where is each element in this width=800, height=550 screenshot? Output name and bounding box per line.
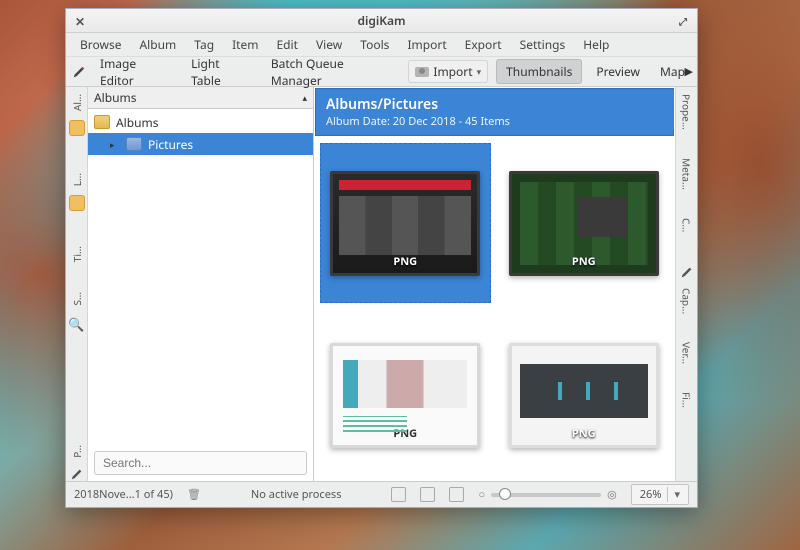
album-subtitle: Album Date: 20 Dec 2018 - 45 Items xyxy=(326,114,663,129)
thumbnail-item[interactable]: PNG xyxy=(499,315,670,475)
image-editor-button[interactable]: Image Editor xyxy=(94,51,177,93)
format-badge: PNG xyxy=(393,426,417,441)
chevron-down-icon: ▾ xyxy=(667,487,680,502)
pencil-icon xyxy=(680,265,694,279)
folder-icon[interactable] xyxy=(69,120,85,136)
close-icon[interactable]: ✕ xyxy=(72,13,88,29)
toolbar: Image Editor Light Table Batch Queue Man… xyxy=(66,57,697,87)
album-tree[interactable]: Albums ▸ Pictures xyxy=(88,109,313,445)
toolbar-overflow-icon[interactable]: ▶ xyxy=(685,64,693,79)
chevron-up-icon: ▴ xyxy=(302,91,307,104)
thumbnail-item[interactable]: PNG xyxy=(320,143,491,303)
thumbnail-item[interactable]: PNG xyxy=(499,143,670,303)
tree-row-root[interactable]: Albums xyxy=(88,111,313,133)
statusbar: 2018Nove...1 of 45) 🗑 No active process … xyxy=(66,481,697,507)
status-icon[interactable] xyxy=(391,487,406,502)
left-tab-timeline[interactable]: Ti... xyxy=(68,243,86,265)
zoom-value[interactable]: 26% ▾ xyxy=(631,484,689,505)
folder-icon xyxy=(94,115,110,129)
slider-knob[interactable] xyxy=(499,488,511,500)
format-badge: PNG xyxy=(572,254,596,269)
tree-row-label: Albums xyxy=(116,114,159,131)
pencil-icon xyxy=(70,467,84,481)
app-window: ✕ digiKam ⤢ Browse Album Tag Item Edit V… xyxy=(65,8,698,508)
search-icon[interactable]: 🔍 xyxy=(68,315,84,333)
menu-export[interactable]: Export xyxy=(457,33,510,56)
folder-icon xyxy=(126,137,142,151)
thumbnail-panel: Albums/Pictures Album Date: 20 Dec 2018 … xyxy=(314,87,675,481)
thumbnails-tab[interactable]: Thumbnails xyxy=(496,59,582,84)
album-tree-panel: Albums ▴ Albums ▸ Pictures xyxy=(88,87,314,481)
thumbnail-item[interactable]: PNG xyxy=(320,315,491,475)
left-tab-search[interactable]: S... xyxy=(68,289,86,309)
slider-track[interactable] xyxy=(491,493,601,497)
status-icon[interactable] xyxy=(449,487,464,502)
right-tab-colors[interactable]: C... xyxy=(678,215,696,235)
search-input[interactable] xyxy=(94,451,307,475)
tree-row-pictures[interactable]: ▸ Pictures xyxy=(88,133,313,155)
left-tab-albums[interactable]: Al... xyxy=(68,91,86,114)
status-process: No active process xyxy=(251,487,342,502)
format-badge: PNG xyxy=(572,426,596,441)
chevron-right-icon: ▸ xyxy=(110,138,120,151)
pencil-icon xyxy=(72,65,86,79)
left-tab-strip: Al... L... Ti... S... 🔍 P... xyxy=(66,87,88,481)
zoom-fit-icon[interactable]: ◎ xyxy=(607,487,617,502)
thumbnail-image: PNG xyxy=(509,171,659,276)
status-left: 2018Nove...1 of 45) xyxy=(74,487,173,502)
format-badge: PNG xyxy=(393,254,417,269)
titlebar: ✕ digiKam ⤢ xyxy=(66,9,697,33)
right-tab-versions[interactable]: Ver... xyxy=(678,339,696,367)
left-tab-people[interactable]: P... xyxy=(68,442,86,461)
menu-settings[interactable]: Settings xyxy=(512,33,574,56)
maximize-icon[interactable]: ⤢ xyxy=(675,13,691,29)
zoom-slider[interactable]: ○ ◎ xyxy=(478,487,616,502)
thumbnail-grid[interactable]: PNG PNG PNG PNG xyxy=(314,137,675,481)
left-tab-labels[interactable]: L... xyxy=(68,170,86,189)
zoom-out-icon[interactable]: ○ xyxy=(478,487,485,502)
right-tab-strip: Prope... Meta... C... Cap... Ver... Fi..… xyxy=(675,87,697,481)
thumbnail-image: PNG xyxy=(509,343,659,448)
import-label: Import xyxy=(433,63,472,80)
right-tab-metadata[interactable]: Meta... xyxy=(678,155,696,193)
zoom-label: 26% xyxy=(640,487,662,502)
window-title: digiKam xyxy=(357,12,405,29)
right-tab-filters[interactable]: Fi... xyxy=(678,389,696,411)
chevron-down-icon: ▾ xyxy=(477,65,482,78)
menu-help[interactable]: Help xyxy=(575,33,617,56)
album-header: Albums/Pictures Album Date: 20 Dec 2018 … xyxy=(315,88,674,136)
album-path: Albums/Pictures xyxy=(326,95,663,114)
thumbnail-image: PNG xyxy=(330,343,480,448)
thumbnail-image: PNG xyxy=(330,171,480,276)
right-tab-properties[interactable]: Prope... xyxy=(678,91,696,133)
menu-import[interactable]: Import xyxy=(399,33,454,56)
folder-icon[interactable] xyxy=(69,195,85,211)
import-button[interactable]: Import ▾ xyxy=(408,60,488,83)
status-icon[interactable] xyxy=(420,487,435,502)
tree-row-label: Pictures xyxy=(148,136,193,153)
camera-icon xyxy=(415,67,429,77)
scrollbar[interactable] xyxy=(669,87,675,481)
right-tab-captions[interactable]: Cap... xyxy=(678,285,696,317)
light-table-button[interactable]: Light Table xyxy=(185,51,257,93)
preview-tab[interactable]: Preview xyxy=(590,59,646,84)
trash-icon[interactable]: 🗑 xyxy=(187,487,201,502)
main-body: Al... L... Ti... S... 🔍 P... Albums ▴ xyxy=(66,87,697,481)
